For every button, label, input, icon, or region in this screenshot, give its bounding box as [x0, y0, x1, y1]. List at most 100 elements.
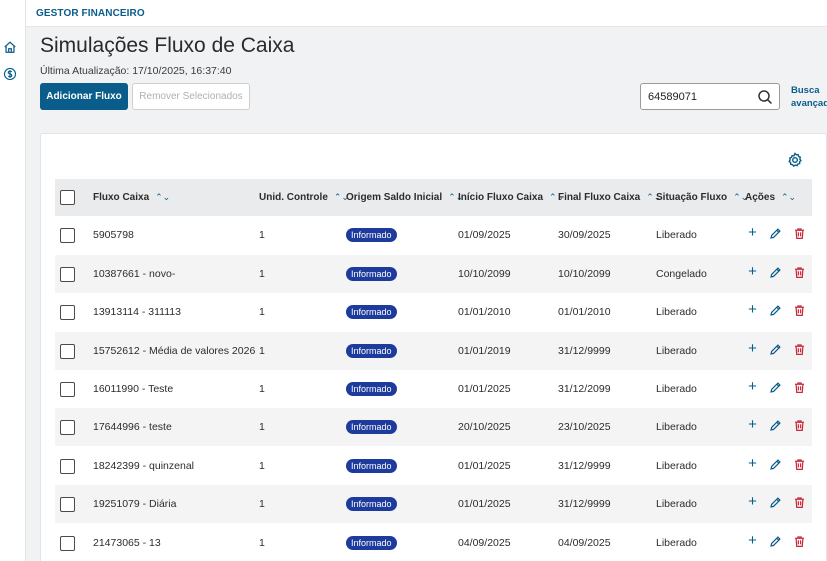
edit-icon[interactable]	[769, 227, 782, 240]
cell-fluxo-caixa: 18242399 - quinzenal	[93, 460, 195, 472]
origin-badge: Informado	[346, 305, 397, 319]
plus-icon[interactable]: +	[746, 379, 759, 394]
column-header-situacao[interactable]: Situação Fluxo ⌃⌄	[656, 192, 748, 203]
trash-icon[interactable]	[793, 458, 806, 471]
cell-fluxo-caixa: 15752612 - Média de valores 2026	[93, 345, 256, 357]
cell-final: 30/09/2025	[558, 229, 611, 241]
cell-fluxo-caixa: 16011990 - Teste	[93, 383, 174, 395]
cell-final: 31/12/9999	[558, 460, 611, 472]
column-header-fluxo-caixa[interactable]: Fluxo Caixa ⌃⌄	[93, 192, 170, 203]
origin-badge: Informado	[346, 344, 397, 358]
cell-situacao: Liberado	[656, 306, 697, 318]
cell-fluxo-caixa: 17644996 - teste	[93, 421, 172, 433]
plus-icon[interactable]: +	[746, 341, 759, 356]
row-checkbox[interactable]	[60, 382, 75, 397]
table-row: 15752612 - Média de valores 2026 1 Informa…	[55, 332, 812, 370]
origin-badge: Informado	[346, 382, 397, 396]
edit-icon[interactable]	[769, 304, 782, 317]
sort-icon[interactable]: ⌃⌄	[781, 192, 796, 202]
plus-icon[interactable]: +	[746, 494, 759, 509]
trash-icon[interactable]	[793, 381, 806, 394]
origin-badge: Informado	[346, 497, 397, 511]
select-all-checkbox[interactable]	[60, 190, 75, 205]
sort-icon[interactable]: ⌃⌄	[155, 192, 170, 202]
cell-situacao: Liberado	[656, 345, 697, 357]
row-checkbox[interactable]	[60, 497, 75, 512]
cell-situacao: Congelado	[656, 268, 707, 280]
column-header-acoes[interactable]: Ações ⌃⌄	[745, 192, 796, 203]
edit-icon[interactable]	[769, 535, 782, 548]
cell-unid-controle: 1	[259, 421, 265, 433]
row-checkbox[interactable]	[60, 459, 75, 474]
row-checkbox[interactable]	[60, 267, 75, 282]
home-icon[interactable]	[3, 40, 17, 54]
row-checkbox[interactable]	[60, 420, 75, 435]
cell-fluxo-caixa: 21473065 - 13	[93, 537, 161, 549]
cell-fluxo-caixa: 5905798	[93, 229, 134, 241]
search-box	[640, 83, 780, 110]
cell-final: 31/12/2099	[558, 383, 611, 395]
cell-inicio: 01/09/2025	[458, 229, 511, 241]
cell-unid-controle: 1	[259, 498, 265, 510]
plus-icon[interactable]: +	[746, 225, 759, 240]
cell-inicio: 01/01/2025	[458, 383, 511, 395]
cell-unid-controle: 1	[259, 306, 265, 318]
edit-icon[interactable]	[769, 381, 782, 394]
edit-icon[interactable]	[769, 419, 782, 432]
edit-icon[interactable]	[769, 266, 782, 279]
table-row: 17644996 - teste 1 Informado 20/10/2025 23/1…	[55, 408, 812, 446]
column-header-inicio-fluxo[interactable]: Início Fluxo Caixa ⌃⌄	[458, 192, 564, 203]
plus-icon[interactable]: +	[746, 264, 759, 279]
cell-situacao: Liberado	[656, 498, 697, 510]
table-row: 19251079 - Diária 1 Informado 01/01/2025 31/…	[55, 485, 812, 523]
trash-icon[interactable]	[793, 343, 806, 356]
cell-situacao: Liberado	[656, 460, 697, 472]
search-icon[interactable]	[757, 89, 773, 105]
table-row: 13913114 - 311113 1 Informado 01/01/2010 01/…	[55, 293, 812, 331]
trash-icon[interactable]	[793, 535, 806, 548]
trash-icon[interactable]	[793, 496, 806, 509]
row-checkbox[interactable]	[60, 305, 75, 320]
cell-inicio: 01/01/2019	[458, 345, 511, 357]
row-checkbox[interactable]	[60, 344, 75, 359]
cell-inicio: 01/01/2010	[458, 306, 511, 318]
search-input[interactable]	[648, 89, 756, 105]
plus-icon[interactable]: +	[746, 417, 759, 432]
edit-icon[interactable]	[769, 343, 782, 356]
plus-icon[interactable]: +	[746, 302, 759, 317]
origin-badge: Informado	[346, 536, 397, 550]
cell-final: 31/12/9999	[558, 345, 611, 357]
trash-icon[interactable]	[793, 227, 806, 240]
trash-icon[interactable]	[793, 419, 806, 432]
sidebar	[0, 0, 26, 561]
table-row: 21473065 - 13 1 Informado 04/09/2025 04/09/2…	[55, 524, 812, 561]
column-header-final-fluxo[interactable]: Final Fluxo Caixa ⌃⌄	[558, 192, 661, 203]
edit-icon[interactable]	[769, 496, 782, 509]
cell-unid-controle: 1	[259, 537, 265, 549]
app-brand: GESTOR FINANCEIRO	[36, 8, 145, 19]
row-checkbox[interactable]	[60, 536, 75, 551]
trash-icon[interactable]	[793, 304, 806, 317]
edit-icon[interactable]	[769, 458, 782, 471]
cell-inicio: 10/10/2099	[458, 268, 511, 280]
plus-icon[interactable]: +	[746, 533, 759, 548]
cell-final: 01/01/2010	[558, 306, 611, 318]
add-flow-button[interactable]: Adicionar Fluxo	[40, 83, 128, 110]
column-header-origem-saldo[interactable]: Origem Saldo Inicial ⌃⌄	[346, 192, 463, 203]
remove-selected-button[interactable]: Remover Selecionados	[132, 83, 250, 110]
plus-icon[interactable]: +	[746, 456, 759, 471]
cell-inicio: 01/01/2025	[458, 498, 511, 510]
cell-situacao: Liberado	[656, 537, 697, 549]
cell-final: 31/12/9999	[558, 498, 611, 510]
currency-icon[interactable]	[3, 67, 17, 81]
cell-situacao: Liberado	[656, 229, 697, 241]
cell-unid-controle: 1	[259, 460, 265, 472]
advanced-search-link[interactable]: Busca avançada	[791, 84, 827, 110]
cell-final: 10/10/2099	[558, 268, 611, 280]
table-row: 5905798 1 Informado 01/09/2025 30/09/2025 Lib…	[55, 216, 812, 254]
gear-icon[interactable]	[787, 152, 803, 168]
cell-final: 23/10/2025	[558, 421, 611, 433]
trash-icon[interactable]	[793, 266, 806, 279]
row-checkbox[interactable]	[60, 228, 75, 243]
column-header-unid-controle[interactable]: Unid. Controle ⌃⌄	[259, 192, 349, 203]
